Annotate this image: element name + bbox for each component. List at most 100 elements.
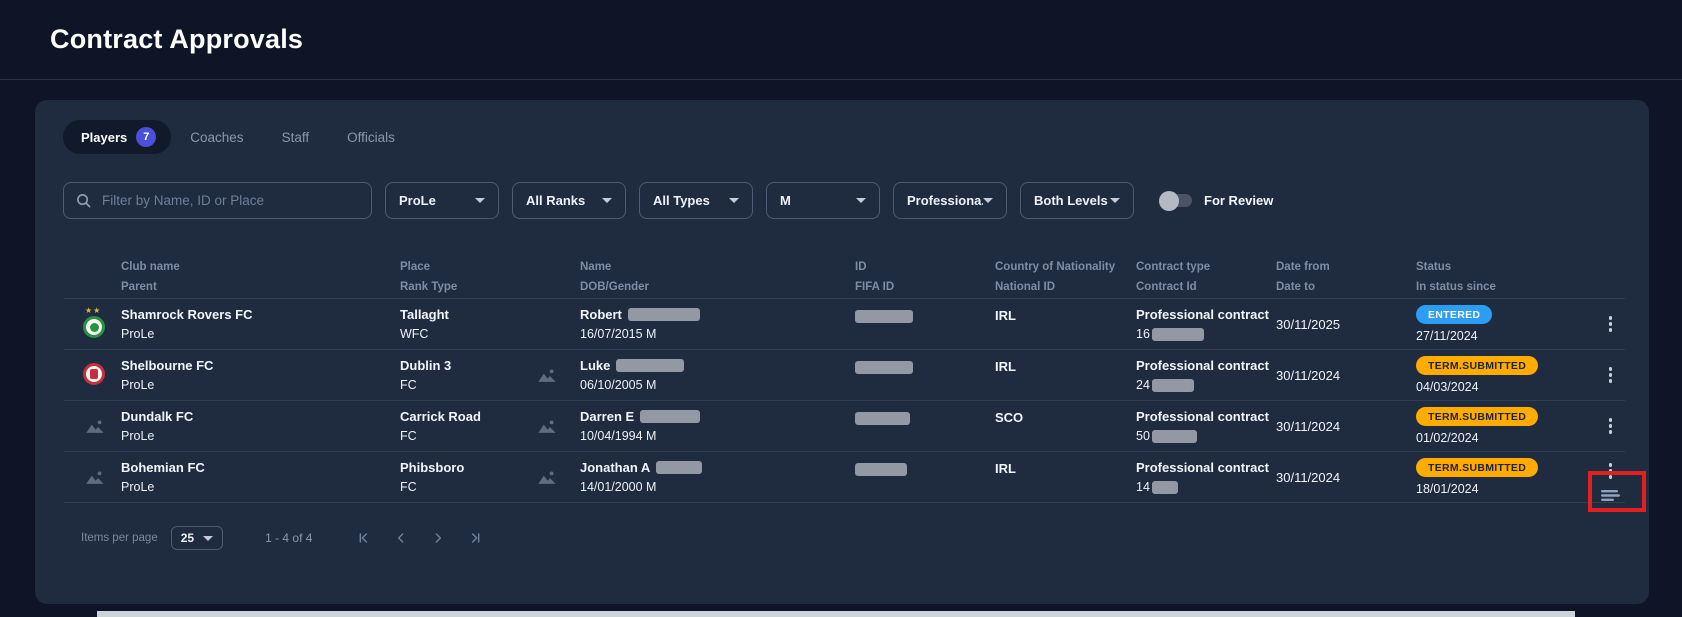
last-page-icon[interactable] bbox=[467, 530, 483, 546]
for-review-toggle-group: For Review bbox=[1162, 193, 1273, 208]
club-cell: Shelbourne FC ProLe bbox=[121, 358, 400, 392]
date-from-cell: 30/11/2025 bbox=[1276, 317, 1416, 332]
kebab-menu-icon[interactable] bbox=[1603, 416, 1619, 436]
in-status-since: 18/01/2024 bbox=[1416, 482, 1596, 496]
date-from-cell: 30/11/2024 bbox=[1276, 368, 1416, 383]
table-header: Club nameParent PlaceRank Type NameDOB/G… bbox=[64, 258, 1625, 297]
contract-type: Professional contract bbox=[1136, 307, 1276, 322]
country-cell: IRL bbox=[995, 461, 1136, 476]
place: Carrick Road bbox=[400, 409, 530, 424]
next-page-icon[interactable] bbox=[430, 530, 446, 546]
name-cell: Luke 06/10/2005 M bbox=[580, 358, 855, 392]
country-cell: IRL bbox=[995, 359, 1136, 374]
contract-type: Professional contract bbox=[1136, 409, 1276, 424]
kebab-menu-icon[interactable] bbox=[1603, 314, 1619, 334]
country-cell: SCO bbox=[995, 410, 1136, 425]
filter-dropdown-types[interactable]: All Types bbox=[639, 182, 753, 219]
search-box[interactable] bbox=[63, 182, 372, 219]
club-parent: ProLe bbox=[121, 429, 400, 443]
for-review-toggle[interactable] bbox=[1162, 194, 1192, 207]
in-status-since: 04/03/2024 bbox=[1416, 380, 1596, 394]
col-header-id: IDFIFA ID bbox=[855, 258, 995, 297]
redacted-contract-id bbox=[1152, 481, 1178, 494]
in-status-since: 27/11/2024 bbox=[1416, 329, 1596, 343]
redacted-id bbox=[855, 463, 907, 476]
place-cell: Tallaght WFC bbox=[400, 307, 530, 341]
club-parent: ProLe bbox=[121, 480, 400, 494]
chevron-down-icon bbox=[983, 198, 993, 203]
filter-dropdown-league[interactable]: ProLe bbox=[385, 182, 499, 219]
search-input[interactable] bbox=[100, 192, 359, 209]
filter-dropdown-gender[interactable]: M bbox=[766, 182, 880, 219]
notes-icon[interactable] bbox=[1599, 488, 1622, 503]
rank-type: FC bbox=[400, 378, 530, 392]
dob-gender: 10/04/1994 M bbox=[580, 429, 855, 443]
country-of-nationality: SCO bbox=[995, 410, 1136, 425]
dob-gender: 16/07/2015 M bbox=[580, 327, 855, 341]
place: Dublin 3 bbox=[400, 358, 530, 373]
content-card: Players 7 Coaches Staff Officials ProLe … bbox=[35, 100, 1649, 604]
name-cell: Robert 16/07/2015 M bbox=[580, 307, 855, 341]
contract-id-prefix: 24 bbox=[1136, 378, 1150, 392]
place-cell: Phibsboro FC bbox=[400, 460, 530, 494]
row-actions bbox=[1596, 452, 1625, 503]
club-cell: Shamrock Rovers FC ProLe bbox=[121, 307, 400, 341]
chevron-down-icon bbox=[729, 198, 739, 203]
for-review-label: For Review bbox=[1204, 193, 1273, 208]
rank-type: FC bbox=[400, 480, 530, 494]
club-name: Dundalk FC bbox=[121, 409, 400, 424]
status-cell: ENTERED 27/11/2024 bbox=[1416, 305, 1596, 343]
filter-dropdown-ranks[interactable]: All Ranks bbox=[512, 182, 626, 219]
tab-players[interactable]: Players 7 bbox=[63, 120, 171, 154]
in-status-since: 01/02/2024 bbox=[1416, 431, 1596, 445]
app-header: Contract Approvals bbox=[0, 0, 1682, 80]
tab-bar: Players 7 Coaches Staff Officials bbox=[63, 122, 414, 152]
redacted-contract-id bbox=[1152, 430, 1197, 443]
filter-dropdown-levels[interactable]: Both Levels bbox=[1020, 182, 1134, 219]
col-header-status: StatusIn status since bbox=[1416, 258, 1596, 297]
table-row[interactable]: Bohemian FC ProLe Phibsboro FC Jonathan … bbox=[64, 451, 1625, 502]
country-of-nationality: IRL bbox=[995, 308, 1136, 323]
club-crest-cell bbox=[64, 468, 121, 487]
table-row[interactable]: ★★ Shamrock Rovers FC ProLe Tallaght WFC… bbox=[64, 298, 1625, 349]
tab-staff[interactable]: Staff bbox=[263, 122, 329, 153]
dob-gender: 06/10/2005 M bbox=[580, 378, 855, 392]
name-cell: Darren E 10/04/1994 M bbox=[580, 409, 855, 443]
country-of-nationality: IRL bbox=[995, 359, 1136, 374]
row-actions bbox=[1596, 401, 1625, 451]
contract-cell: Professional contract 24 bbox=[1136, 358, 1276, 392]
club-parent: ProLe bbox=[121, 378, 400, 392]
previous-page-icon[interactable] bbox=[393, 530, 409, 546]
photo-cell bbox=[530, 315, 580, 333]
id-cell bbox=[855, 412, 995, 430]
photo-cell bbox=[530, 366, 580, 385]
name-cell: Jonathan A 14/01/2000 M bbox=[580, 460, 855, 494]
col-header-place: PlaceRank Type bbox=[400, 258, 530, 297]
date-from-cell: 30/11/2024 bbox=[1276, 419, 1416, 434]
contract-type: Professional contract bbox=[1136, 358, 1276, 373]
table-row[interactable]: Shelbourne FC ProLe Dublin 3 FC Luke 06/… bbox=[64, 349, 1625, 400]
items-per-page-label: Items per page bbox=[81, 532, 158, 544]
status-cell: TERM.SUBMITTED 01/02/2024 bbox=[1416, 407, 1596, 445]
filter-bar: ProLe All Ranks All Types M Professiona.… bbox=[63, 182, 1273, 219]
player-name: Darren E bbox=[580, 409, 634, 424]
first-page-icon[interactable] bbox=[356, 530, 372, 546]
chevron-down-icon bbox=[856, 198, 866, 203]
table-footer: Items per page 25 1 - 4 of 4 bbox=[81, 524, 483, 552]
bottom-edge-strip bbox=[97, 611, 1575, 617]
tab-officials[interactable]: Officials bbox=[328, 122, 414, 153]
contract-cell: Professional contract 16 bbox=[1136, 307, 1276, 341]
items-per-page-select[interactable]: 25 bbox=[171, 526, 223, 550]
filter-dropdown-contract-type[interactable]: Professiona... bbox=[893, 182, 1007, 219]
redacted-id bbox=[855, 361, 913, 374]
kebab-menu-icon[interactable] bbox=[1603, 461, 1619, 481]
table-row[interactable]: Dundalk FC ProLe Carrick Road FC Darren … bbox=[64, 400, 1625, 451]
toggle-knob bbox=[1159, 191, 1179, 211]
status-badge: ENTERED bbox=[1416, 305, 1492, 324]
shelbourne-crest-icon bbox=[81, 358, 111, 392]
tab-coaches[interactable]: Coaches bbox=[171, 122, 262, 153]
col-header-dates: Date fromDate to bbox=[1276, 258, 1416, 297]
club-name: Shelbourne FC bbox=[121, 358, 400, 373]
kebab-menu-icon[interactable] bbox=[1603, 365, 1619, 385]
country-of-nationality: IRL bbox=[995, 461, 1136, 476]
